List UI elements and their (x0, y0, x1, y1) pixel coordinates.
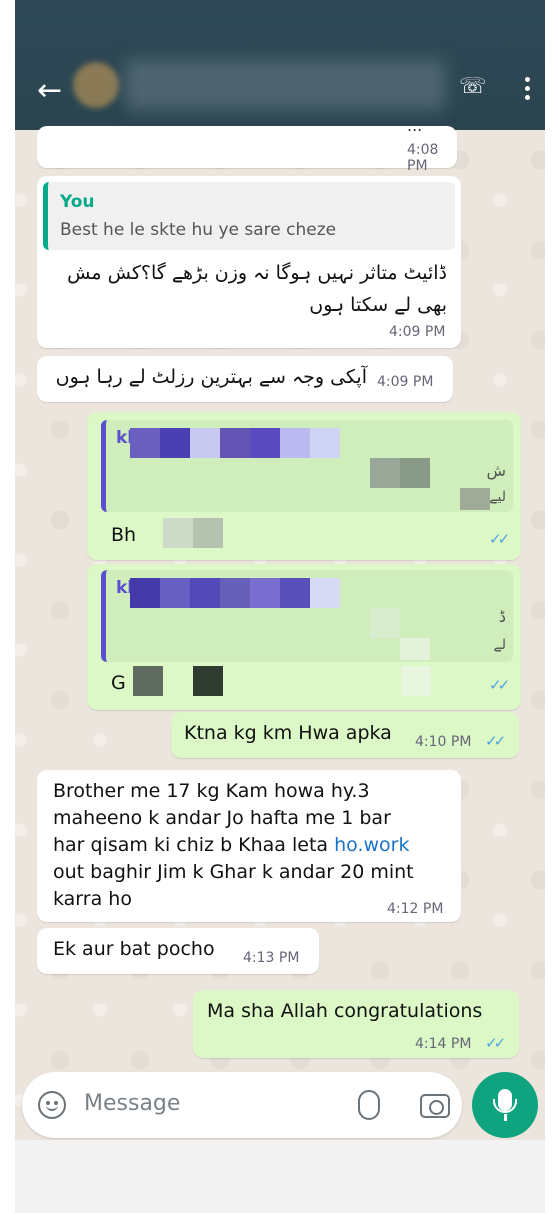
message-text: بھی لے سکتا ہوں (309, 294, 447, 316)
quote-author: You (60, 192, 95, 212)
message-link[interactable]: ho.work (334, 834, 409, 856)
message-time: 4:10 PM (415, 734, 472, 750)
message-time: 4:13 PM (243, 950, 300, 966)
message-input[interactable]: Message (84, 1091, 180, 1116)
read-receipt-icon: ✓✓ (485, 1034, 506, 1052)
emoji-icon[interactable] (38, 1091, 66, 1119)
system-nav-area (15, 1140, 545, 1213)
pixelated-redaction (133, 666, 163, 696)
quote-text: Best he le skte hu ye sare cheze (60, 220, 337, 240)
more-vert-icon[interactable] (515, 74, 539, 108)
voice-record-button[interactable] (472, 1072, 538, 1138)
message-text: Ek aur bat pocho (53, 938, 215, 960)
message-incoming[interactable]: 4:08 PM ... (37, 116, 457, 174)
message-text: Ma sha Allah congratulations (207, 1000, 483, 1022)
attach-icon[interactable] (358, 1090, 380, 1120)
message-text: maheeno k andar Jo hafta me 1 bar (53, 807, 391, 829)
pixelated-redaction (130, 428, 160, 458)
message-incoming-reply[interactable]: You Best he le skte hu ye sare cheze ڈائ… (37, 176, 461, 348)
message-outgoing-reply[interactable]: kl ڈ لے G ✓✓ (87, 564, 521, 710)
pixelated-redaction (400, 638, 430, 660)
pixelated-redaction (220, 578, 250, 608)
pixelated-redaction (163, 518, 193, 548)
quoted-message[interactable]: kl ڈ لے (101, 570, 513, 662)
message-list[interactable]: 4:08 PM ... You Best he le skte hu ye sa… (15, 116, 545, 1070)
message-text: Brother me 17 kg Kam howa hy.3 (53, 780, 370, 802)
add-call-icon[interactable]: ☏ (459, 74, 487, 108)
message-outgoing-reply[interactable]: kl ش لیے Bh ✓✓ (87, 412, 521, 560)
pixelated-redaction (280, 578, 310, 608)
pixelated-redaction (280, 428, 310, 458)
message-text: Bh (111, 524, 137, 546)
pixelated-redaction (370, 458, 400, 488)
pixelated-redaction (250, 578, 280, 608)
pixelated-redaction (310, 578, 340, 608)
read-receipt-icon: ✓✓ (489, 676, 510, 694)
avatar[interactable] (73, 62, 119, 108)
read-receipt-icon: ✓✓ (485, 732, 506, 750)
pixelated-redaction (193, 666, 223, 696)
right-gutter (545, 0, 560, 1213)
back-arrow-icon[interactable]: ← (37, 76, 62, 106)
message-time: 4:09 PM (377, 374, 434, 390)
pixelated-redaction (190, 428, 220, 458)
pixelated-redaction (370, 608, 400, 638)
pixelated-redaction (310, 428, 340, 458)
message-time: 4:12 PM (387, 901, 444, 917)
quote-text: لیے (489, 489, 506, 505)
message-text: karra ho (53, 888, 132, 910)
pixelated-redaction (160, 428, 190, 458)
message-text: Ktna kg km Hwa apka (184, 722, 392, 744)
message-text: out baghir Jim k Ghar k andar 20 mint (53, 861, 414, 883)
pixelated-redaction (190, 578, 220, 608)
message-time: 4:08 PM (407, 142, 439, 174)
pixelated-redaction (401, 666, 431, 696)
pixelated-redaction (193, 518, 223, 548)
pixelated-redaction (220, 428, 250, 458)
message-text-partial: ... (407, 116, 423, 135)
left-gutter (0, 0, 15, 1213)
message-text: ڈائیٹ متاثر نہیں ہوگا نہ وزن بڑھے گا؟کش … (67, 262, 447, 284)
message-incoming[interactable]: آپکی وجہ سے بہترین رزلٹ لے رہا ہوں 4:09 … (37, 356, 453, 402)
mic-icon (493, 1089, 517, 1121)
message-outgoing[interactable]: Ktna kg km Hwa apka 4:10 PM ✓✓ (171, 712, 519, 758)
pixelated-redaction (400, 458, 430, 488)
message-incoming[interactable]: Brother me 17 kg Kam howa hy.3 maheeno k… (37, 770, 461, 922)
message-composer[interactable]: Message (22, 1072, 462, 1138)
quoted-message[interactable]: kl ش لیے (101, 420, 513, 512)
pixelated-redaction (250, 428, 280, 458)
message-text: آپکی وجہ سے بہترین رزلٹ لے رہا ہوں (55, 366, 367, 388)
message-outgoing[interactable]: Ma sha Allah congratulations 4:14 PM ✓✓ (193, 990, 519, 1058)
message-text-segment: har qisam ki chiz b Khaa leta (53, 834, 335, 856)
message-text: G (111, 672, 126, 694)
quote-text: لے (493, 637, 506, 653)
chat-header: ← ☏ (15, 0, 545, 130)
read-receipt-icon: ✓✓ (489, 530, 510, 548)
message-text: har qisam ki chiz b Khaa leta ho.work (53, 832, 409, 859)
message-incoming[interactable]: Ek aur bat pocho 4:13 PM (37, 928, 319, 974)
quoted-message[interactable]: You Best he le skte hu ye sare cheze (43, 182, 455, 250)
message-time: 4:14 PM (415, 1036, 472, 1052)
contact-name-blurred[interactable] (125, 60, 445, 110)
message-time: 4:09 PM (389, 324, 446, 340)
pixelated-redaction (160, 578, 190, 608)
camera-icon[interactable] (420, 1094, 450, 1118)
pixelated-redaction (130, 578, 160, 608)
